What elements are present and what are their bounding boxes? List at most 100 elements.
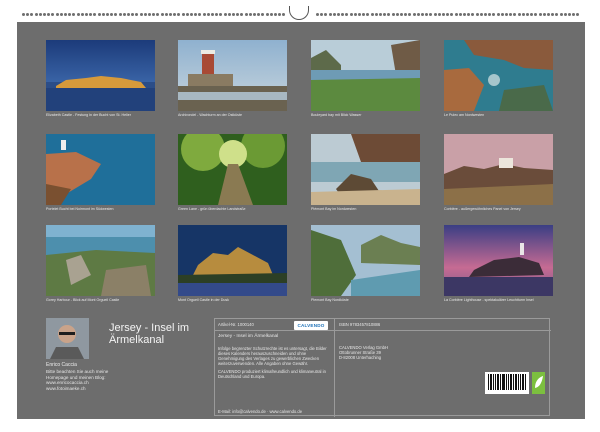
binding-ring xyxy=(572,13,576,16)
photo-thumb-2 xyxy=(178,40,287,111)
binding-ring xyxy=(362,13,366,16)
binding-ring xyxy=(559,13,563,16)
binding-ring xyxy=(152,13,156,16)
binding-ring xyxy=(34,13,38,16)
binding-ring xyxy=(232,13,235,16)
photo-thumb-12 xyxy=(444,225,553,296)
barcode xyxy=(485,372,529,394)
binding-ring xyxy=(278,13,282,16)
binding-ring xyxy=(328,13,332,16)
photo-caption-12: La Corbière Lighthouse - spektakulärer L… xyxy=(444,298,534,302)
photo-caption-3: Bouleyard bay mit Blick Wasser xyxy=(311,113,362,117)
binding-ring xyxy=(177,13,181,16)
photo-thumb-7 xyxy=(311,134,420,205)
binding-ring xyxy=(211,13,214,16)
author-text: Bitte beachten Sie auch meine Homepage u… xyxy=(46,369,109,391)
photo-caption-10: Mont Orgueil Castle in der Dusk xyxy=(178,298,229,302)
binding-ring xyxy=(118,13,122,16)
binding-ring xyxy=(454,13,458,16)
binding-ring xyxy=(353,13,357,16)
publisher-address: CALVENDO Verlag GmbH Ottobrunner Straße … xyxy=(339,345,389,360)
binding-ring xyxy=(143,13,147,16)
binding-ring xyxy=(479,13,483,16)
info-divider-vertical xyxy=(334,319,335,417)
photo-caption-4: Le Pulec am Nordwesten xyxy=(444,113,485,117)
binding-ring xyxy=(437,13,441,16)
author-name: Enrico Caccia xyxy=(46,362,77,368)
photo-caption-5: Portelet Bucht bei Noirmont im Südwesten xyxy=(46,207,114,211)
binding-ring xyxy=(122,13,126,16)
photo-caption-2: Archirondel - Wachturm an der Ostküste xyxy=(178,113,242,117)
binding-ring xyxy=(534,13,538,16)
binding-ring xyxy=(43,13,46,16)
photo-caption-8: Corbière - außergewöhnliches Panel von J… xyxy=(444,207,521,211)
binding-ring xyxy=(38,13,42,16)
binding-ring xyxy=(563,13,567,16)
photo-caption-1: Elizabeth Castle - Festung in der Bucht … xyxy=(46,113,131,117)
binding-ring xyxy=(244,13,248,16)
production-text: CALVENDO produziert klimafreundlich und … xyxy=(218,369,326,379)
binding-ring xyxy=(30,13,34,16)
calvendo-logo: CALVENDO xyxy=(294,321,328,330)
binding xyxy=(0,0,600,20)
binding-ring xyxy=(316,13,319,16)
binding-ring xyxy=(496,13,500,16)
binding-ring xyxy=(202,13,206,16)
binding-ring xyxy=(442,13,445,16)
binding-ring xyxy=(463,13,466,16)
binding-ring xyxy=(253,13,256,16)
binding-ring xyxy=(379,13,382,16)
binding-ring xyxy=(173,13,177,16)
binding-ring xyxy=(484,13,487,16)
binding-ring xyxy=(169,13,172,16)
binding-ring xyxy=(429,13,433,16)
isbn: ISBN 9783457810886 xyxy=(339,322,381,327)
binding-ring xyxy=(433,13,437,16)
author-photo xyxy=(46,318,89,359)
photo-thumb-1 xyxy=(46,40,155,111)
binding-ring xyxy=(568,13,571,16)
binding-ring xyxy=(547,13,550,16)
binding-ring xyxy=(374,13,378,16)
binding-ring xyxy=(206,13,210,16)
binding-ring xyxy=(26,13,30,16)
back-page: Elizabeth Castle - Festung in der Bucht … xyxy=(17,22,585,419)
binding-ring xyxy=(59,13,63,16)
binding-ring xyxy=(416,13,420,16)
binding-ring xyxy=(576,13,580,16)
binding-ring xyxy=(22,13,25,16)
binding-ring xyxy=(391,13,395,16)
publisher-info-box: Artikel-Nr. 1000140 CALVENDO ISBN 978345… xyxy=(214,318,551,417)
hanger-hook xyxy=(289,6,309,20)
binding-ring xyxy=(358,13,361,16)
binding-ring xyxy=(400,13,403,16)
binding-ring xyxy=(332,13,336,16)
binding-ring xyxy=(458,13,462,16)
binding-ring xyxy=(181,13,185,16)
binding-ring xyxy=(412,13,416,16)
binding-ring xyxy=(265,13,269,16)
binding-ring xyxy=(513,13,517,16)
binding-ring xyxy=(521,13,525,16)
binding-ring xyxy=(227,13,231,16)
binding-ring xyxy=(282,13,286,16)
calendar-title: Jersey - Insel im Ärmelkanal xyxy=(109,322,190,346)
binding-ring xyxy=(185,13,189,16)
binding-ring xyxy=(526,13,529,16)
binding-ring xyxy=(261,13,265,16)
photo-thumb-11 xyxy=(311,225,420,296)
binding-ring xyxy=(542,13,546,16)
binding-ring xyxy=(492,13,496,16)
binding-ring xyxy=(215,13,219,16)
binding-ring xyxy=(236,13,240,16)
binding-ring xyxy=(517,13,521,16)
binding-ring xyxy=(51,13,55,16)
binding-ring xyxy=(47,13,51,16)
binding-ring xyxy=(349,13,353,16)
photo-thumb-6 xyxy=(178,134,287,205)
photo-caption-11: Plemont Bay Nordküste xyxy=(311,298,349,302)
binding-ring xyxy=(320,13,324,16)
copyright-text: Infolge begrenzter Schutzrechte ist es u… xyxy=(218,346,327,366)
binding-ring xyxy=(395,13,399,16)
binding-ring xyxy=(408,13,412,16)
